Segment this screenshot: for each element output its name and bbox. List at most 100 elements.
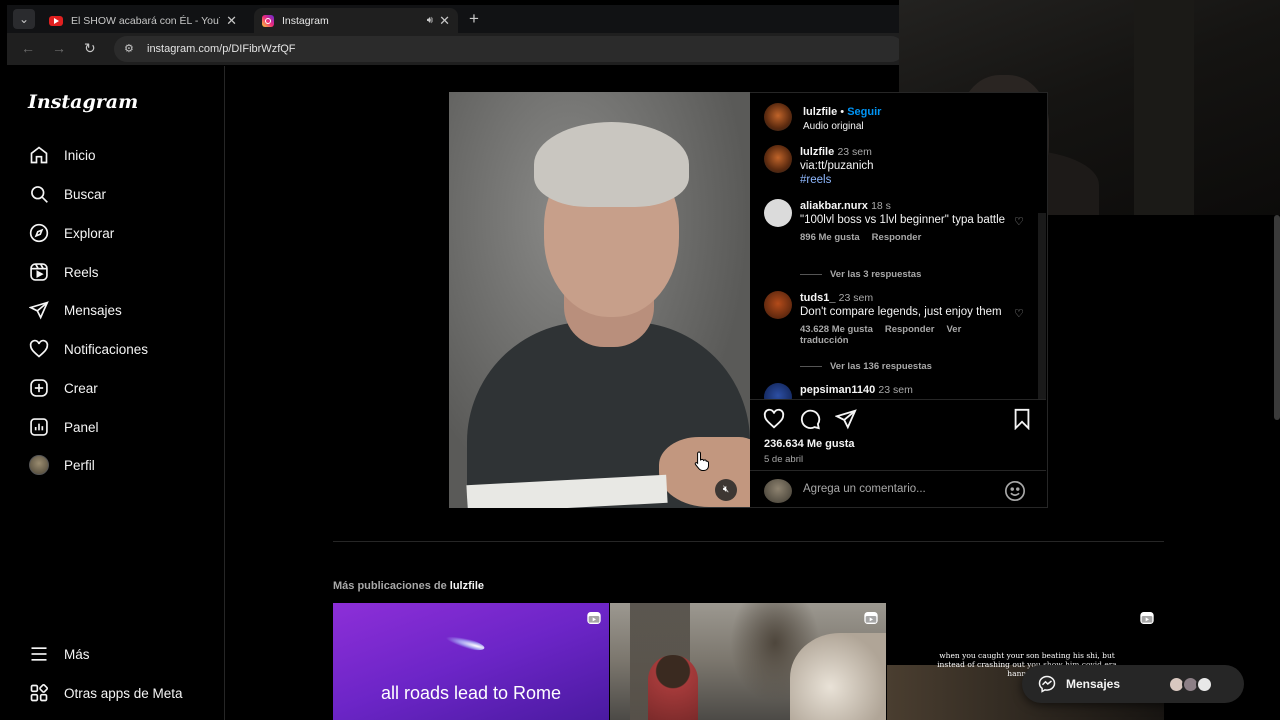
sidebar: Instagram Inicio Buscar Explorar Reels M… bbox=[0, 66, 225, 720]
address-bar[interactable]: ⚙ instagram.com/p/DIFibrWzfQF bbox=[114, 36, 904, 62]
back-arrow-icon[interactable]: ← bbox=[21, 40, 35, 56]
sidebar-item-buscar[interactable]: Buscar bbox=[28, 182, 106, 206]
comment-time: 23 sem bbox=[838, 292, 874, 304]
mute-button[interactable]: 🔇︎ bbox=[715, 479, 737, 501]
instagram-icon bbox=[262, 14, 274, 27]
sidebar-item-notificaciones[interactable]: Notificaciones bbox=[28, 337, 148, 361]
sidebar-item-crear[interactable]: Crear bbox=[28, 376, 98, 400]
author-avatar[interactable] bbox=[764, 145, 792, 173]
browser-chrome: ⌄ El SHOW acabará con ÉL - YouTube ✕ Ins… bbox=[7, 5, 904, 65]
tab-title: Instagram bbox=[282, 14, 329, 27]
page-scrollbar[interactable] bbox=[1274, 215, 1280, 420]
comment-username[interactable]: aliakbar.nurx bbox=[800, 200, 868, 212]
search-icon bbox=[28, 183, 50, 205]
reply-button[interactable]: Responder bbox=[885, 324, 935, 335]
sidebar-item-meta-apps[interactable]: Otras apps de Meta bbox=[28, 681, 183, 705]
close-tab-icon[interactable]: ✕ bbox=[439, 13, 450, 29]
comment-bubble-icon[interactable] bbox=[799, 408, 821, 430]
sidebar-item-perfil[interactable]: Perfil bbox=[28, 453, 95, 477]
share-send-icon[interactable] bbox=[835, 408, 857, 430]
likes-count[interactable]: 236.634 Me gusta bbox=[764, 438, 855, 450]
tab-youtube[interactable]: El SHOW acabará con ÉL - YouTube ✕ bbox=[41, 8, 245, 33]
author-username[interactable]: lulzfile bbox=[803, 106, 837, 118]
tab-title: El SHOW acabará con ÉL - YouTube bbox=[71, 14, 220, 27]
messenger-icon bbox=[1038, 675, 1056, 693]
emoji-icon[interactable] bbox=[1004, 480, 1026, 502]
plus-square-icon bbox=[28, 377, 50, 399]
new-tab-button[interactable]: + bbox=[469, 9, 479, 29]
url-text[interactable]: instagram.com/p/DIFibrWzfQF bbox=[147, 43, 296, 55]
sidebar-item-label: Inicio bbox=[64, 147, 96, 163]
caption-text: via:tt/puzanich bbox=[800, 160, 874, 172]
author-avatar[interactable] bbox=[764, 103, 792, 131]
comment-username[interactable]: tuds1_ bbox=[800, 292, 835, 304]
send-icon bbox=[28, 299, 50, 321]
messages-popup-button[interactable]: Mensajes bbox=[1022, 665, 1244, 703]
sidebar-item-label: Buscar bbox=[64, 186, 107, 202]
comments-scrollbar[interactable] bbox=[1038, 213, 1046, 399]
comment-likes[interactable]: 896 Me gusta bbox=[800, 232, 860, 243]
site-info-icon[interactable]: ⚙ bbox=[124, 42, 134, 55]
comments-list[interactable]: lulzfile 23 sem via:tt/puzanich #reels a… bbox=[750, 137, 1046, 399]
video-hand bbox=[659, 437, 750, 507]
post-video[interactable]: 🔇︎ bbox=[449, 92, 750, 508]
like-heart-icon[interactable] bbox=[763, 408, 785, 430]
comment-like-icon[interactable]: ♡ bbox=[1014, 215, 1024, 228]
forward-arrow-icon[interactable]: → bbox=[52, 40, 66, 56]
section-divider bbox=[333, 541, 1164, 542]
post-header: lulzfile • Seguir Audio original bbox=[764, 101, 1044, 133]
audio-label[interactable]: Audio original bbox=[803, 121, 881, 132]
bookmark-icon[interactable] bbox=[1011, 408, 1033, 430]
more-posts-heading: Más publicaciones de lulzfile bbox=[333, 580, 484, 592]
thumbnail-text: all roads lead to Rome bbox=[380, 683, 562, 703]
speaker-muted-icon: 🔇︎ bbox=[722, 484, 730, 495]
sidebar-item-inicio[interactable]: Inicio bbox=[28, 143, 96, 167]
sidebar-item-mensajes[interactable]: Mensajes bbox=[28, 298, 122, 322]
comment-input[interactable]: Agrega un comentario... bbox=[803, 483, 926, 495]
hashtag-link[interactable]: #reels bbox=[800, 173, 1020, 187]
more-post-thumbnail[interactable]: all roads lead to Rome bbox=[333, 603, 609, 720]
tab-instagram[interactable]: Instagram 🔊︎ ✕ bbox=[254, 8, 458, 33]
view-replies-button[interactable]: Ver las 3 respuestas bbox=[800, 269, 921, 280]
tab-bar: ⌄ El SHOW acabará con ÉL - YouTube ✕ Ins… bbox=[7, 5, 899, 33]
add-comment-row: Agrega un comentario... bbox=[750, 470, 1046, 508]
sidebar-item-explorar[interactable]: Explorar bbox=[28, 221, 114, 245]
commenter-avatar[interactable] bbox=[764, 199, 792, 227]
more-posts-username[interactable]: lulzfile bbox=[450, 580, 484, 592]
sidebar-item-label: Más bbox=[64, 646, 90, 662]
sidebar-item-panel[interactable]: Panel bbox=[28, 415, 99, 439]
navigation-bar: ← → ↻ ⚙ instagram.com/p/DIFibrWzfQF bbox=[7, 33, 904, 65]
webcam-background bbox=[1134, 0, 1194, 215]
current-user-avatar bbox=[764, 479, 792, 503]
meta-apps-icon bbox=[28, 682, 50, 704]
caption-username[interactable]: lulzfile bbox=[800, 146, 834, 158]
commenter-avatar[interactable] bbox=[764, 291, 792, 319]
sidebar-item-reels[interactable]: Reels bbox=[28, 260, 99, 284]
comment-username[interactable]: pepsiman1140 bbox=[800, 384, 875, 396]
comment-like-icon[interactable]: ♡ bbox=[1014, 307, 1024, 320]
thumbnail-person bbox=[648, 655, 698, 720]
sidebar-item-mas[interactable]: Más bbox=[28, 642, 90, 666]
hand-cursor-icon bbox=[694, 451, 709, 471]
tab-list-button[interactable]: ⌄ bbox=[13, 9, 35, 29]
separator: • bbox=[837, 106, 848, 118]
video-hair bbox=[534, 122, 689, 207]
reply-button[interactable]: Responder bbox=[872, 232, 922, 243]
follow-button[interactable]: Seguir bbox=[847, 106, 881, 118]
thumbnail-fur-hood bbox=[790, 633, 886, 720]
commenter-avatar[interactable] bbox=[764, 383, 792, 399]
more-post-thumbnail[interactable] bbox=[610, 603, 886, 720]
reload-icon[interactable]: ↻ bbox=[84, 40, 96, 57]
avatar bbox=[1196, 676, 1213, 693]
sidebar-item-label: Reels bbox=[64, 264, 99, 280]
close-tab-icon[interactable]: ✕ bbox=[226, 13, 237, 29]
caption-time: 23 sem bbox=[837, 146, 872, 158]
compass-icon bbox=[28, 222, 50, 244]
avatar bbox=[28, 454, 50, 476]
sidebar-item-label: Notificaciones bbox=[64, 341, 149, 357]
comment-likes[interactable]: 43.628 Me gusta bbox=[800, 324, 873, 335]
view-replies-button[interactable]: Ver las 136 respuestas bbox=[800, 361, 932, 372]
instagram-logo[interactable]: Instagram bbox=[28, 91, 138, 113]
view-replies-label: Ver las 136 respuestas bbox=[830, 361, 932, 372]
speaker-icon[interactable]: 🔊︎ bbox=[427, 15, 433, 26]
